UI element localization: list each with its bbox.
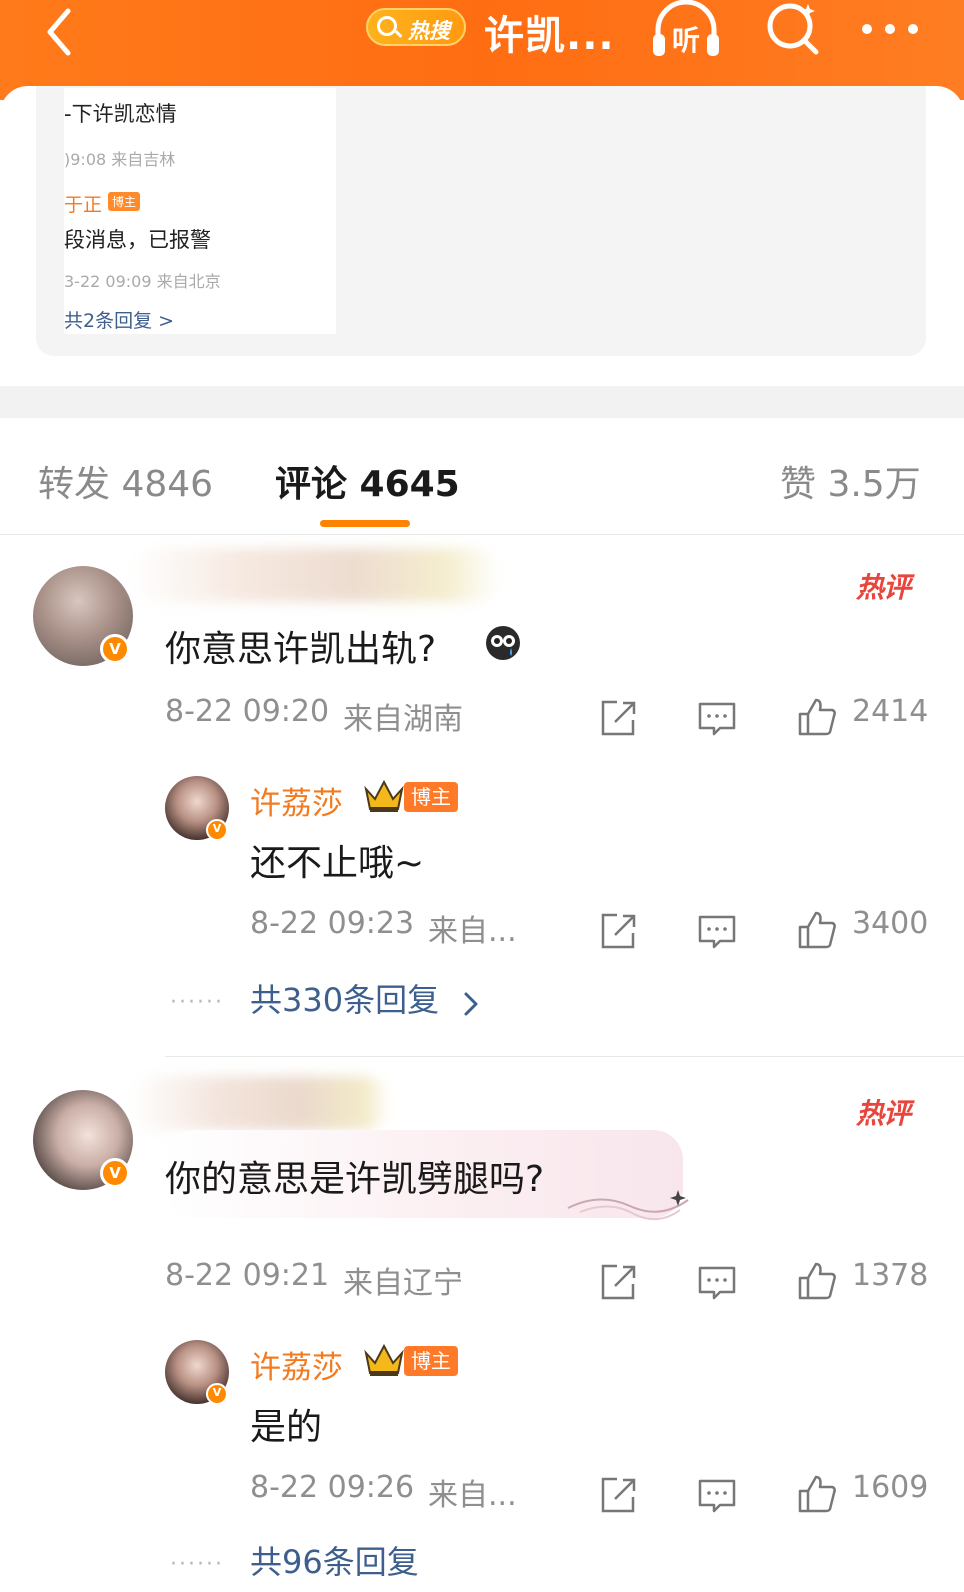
crown-icon	[364, 1343, 404, 1376]
share-icon[interactable]	[597, 1262, 639, 1304]
crown-icon	[364, 779, 404, 812]
reply-icon[interactable]	[696, 1262, 738, 1304]
verified-badge-icon: V	[206, 819, 228, 841]
quote-meta-2: 3-22 09:09 来自北京	[64, 272, 221, 291]
share-icon[interactable]	[597, 1475, 639, 1517]
comment-text: 你意思许凯出轨?	[165, 629, 437, 670]
verified-badge-icon: V	[206, 1383, 228, 1405]
quote-more-replies: 共2条回复 >	[64, 310, 175, 332]
like-icon[interactable]	[796, 1473, 838, 1515]
hot-comment-tag: 热评	[856, 1097, 911, 1130]
crying-emoji-icon	[486, 626, 520, 660]
section-separator	[0, 386, 964, 418]
active-tab-indicator	[320, 520, 410, 527]
page-title: 许凯...	[484, 13, 615, 59]
share-icon[interactable]	[597, 698, 639, 740]
like-icon[interactable]	[796, 909, 838, 951]
like-icon[interactable]	[796, 696, 838, 738]
quote-username: 于正	[64, 194, 103, 216]
chevron-right-icon	[464, 992, 478, 1016]
share-icon[interactable]	[597, 911, 639, 953]
more-options-icon[interactable]	[860, 22, 920, 36]
hot-search-badge[interactable]: 热搜	[366, 8, 466, 46]
reply-username[interactable]: 许荔莎	[250, 1342, 343, 1387]
tab-repost[interactable]: 转发 4846	[38, 455, 213, 507]
reply-location: 来自...	[428, 914, 517, 949]
quote-text-2: 段消息，已报警	[64, 228, 211, 252]
blurred-username[interactable]	[130, 1076, 390, 1130]
comment-divider	[165, 1056, 964, 1057]
quote-meta-1: )9:08 来自吉林	[64, 150, 176, 169]
like-count: 1609	[852, 1470, 929, 1505]
comment-time: 8-22 09:20	[165, 694, 330, 729]
reply-icon[interactable]	[696, 911, 738, 953]
listen-icon[interactable]: 听	[650, 0, 722, 60]
reply-username[interactable]: 许荔莎	[250, 778, 343, 823]
reply-text: 还不止哦~	[250, 843, 425, 884]
comment-location: 来自辽宁	[343, 1266, 463, 1301]
comment-time: 8-22 09:21	[165, 1258, 330, 1293]
search-icon[interactable]	[764, 0, 824, 58]
blogger-badge: 博主	[404, 782, 458, 812]
reply-text: 是的	[250, 1407, 323, 1448]
reply-location: 来自...	[428, 1478, 517, 1513]
like-count: 2414	[852, 694, 929, 729]
search-small-icon	[377, 16, 397, 36]
blogger-badge: 博主	[404, 1346, 458, 1376]
reply-time: 8-22 09:23	[250, 906, 415, 941]
hot-comment-tag: 热评	[856, 571, 911, 604]
tab-likes[interactable]: 赞 3.5万	[780, 455, 921, 507]
tab-comments[interactable]: 评论 4645	[275, 455, 460, 507]
listen-label: 听	[672, 24, 700, 57]
more-replies-link[interactable]: 共330条回复	[250, 975, 439, 1021]
verified-badge-icon: V	[100, 634, 130, 664]
like-icon[interactable]	[796, 1260, 838, 1302]
quote-badge: 博主	[108, 192, 141, 211]
blurred-username[interactable]	[130, 548, 500, 602]
tab-divider	[0, 534, 964, 535]
like-count: 3400	[852, 906, 929, 941]
reply-time: 8-22 09:26	[250, 1470, 415, 1505]
verified-badge-icon: V	[100, 1158, 130, 1188]
quote-text-1: -下许凯恋情	[64, 102, 177, 126]
like-count: 1378	[852, 1258, 929, 1293]
comment-location: 来自湖南	[343, 702, 463, 737]
reply-icon[interactable]	[696, 698, 738, 740]
replies-dots: ······	[170, 1552, 224, 1577]
replies-dots: ······	[170, 990, 224, 1015]
back-arrow-icon[interactable]	[38, 6, 88, 56]
comment-text: 你的意思是许凯劈腿吗?	[165, 1159, 545, 1200]
more-replies-link[interactable]: 共96条回复	[250, 1537, 419, 1583]
reply-icon[interactable]	[696, 1475, 738, 1517]
ribbon-decoration-icon	[567, 1190, 689, 1221]
hot-search-label: 热搜	[408, 19, 450, 43]
quoted-screenshot: -下许凯恋情 )9:08 来自吉林 于正 博主 段消息，已报警 3-22 09:…	[64, 88, 336, 334]
